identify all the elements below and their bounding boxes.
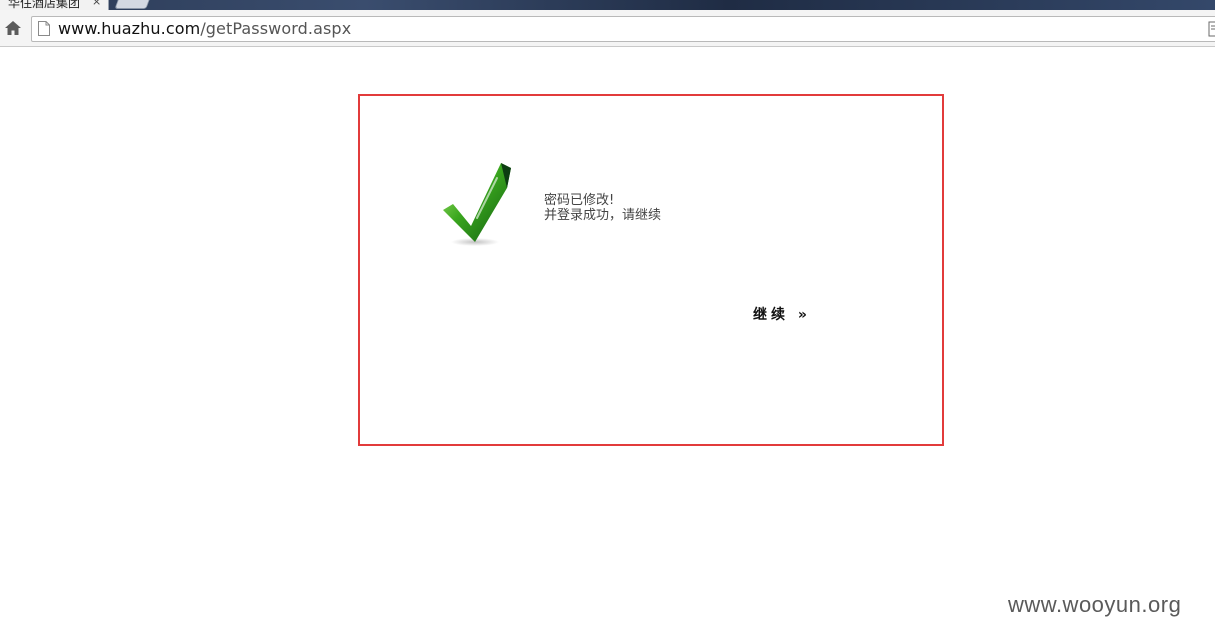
continue-link[interactable]: 继续 » <box>753 304 811 324</box>
message-line-2: 并登录成功，请继续 <box>544 208 662 223</box>
tab-close-icon[interactable]: × <box>92 0 101 8</box>
checkmark-icon <box>441 160 517 250</box>
url-text[interactable]: www.huazhu.com/getPassword.aspx <box>58 19 351 38</box>
page-icon <box>38 21 50 36</box>
success-message: 密码已修改! 并登录成功，请继续 <box>544 193 661 223</box>
message-line-1: 密码已修改! <box>544 193 615 208</box>
address-bar[interactable]: www.huazhu.com/getPassword.aspx <box>31 16 1215 42</box>
page-menu-icon[interactable] <box>1208 21 1215 37</box>
success-panel: 密码已修改! 并登录成功，请继续 继续 » <box>358 94 944 446</box>
watermark: www.wooyun.org <box>1008 592 1182 617</box>
browser-toolbar: www.huazhu.com/getPassword.aspx <box>0 10 1215 47</box>
tab-strip: 华住酒店集团 × <box>0 0 1215 10</box>
url-host: www.huazhu.com <box>58 19 201 38</box>
new-tab-button[interactable] <box>114 0 150 9</box>
tab-title: 华住酒店集团 <box>8 0 81 10</box>
url-path: /getPassword.aspx <box>200 19 352 38</box>
tab-active[interactable]: 华住酒店集团 × <box>0 0 109 10</box>
home-icon[interactable] <box>3 18 23 38</box>
